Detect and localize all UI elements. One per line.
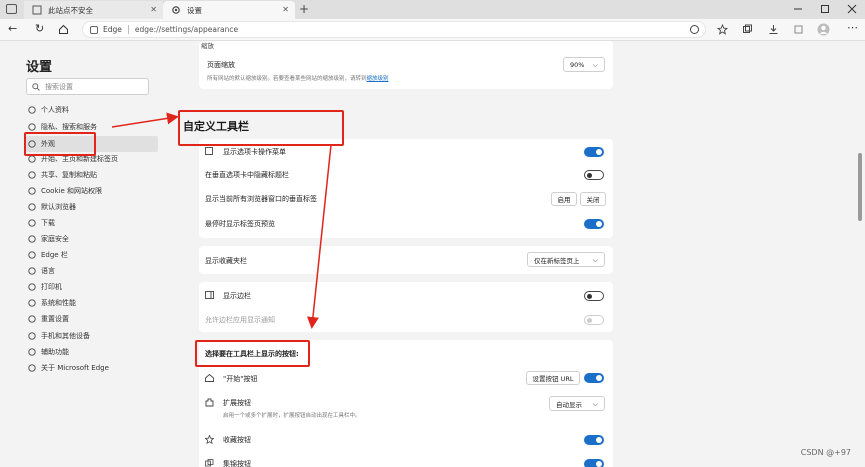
annotation-arrow-1 <box>111 112 179 128</box>
watermark: CSDN @+97 <box>800 448 851 457</box>
annotation-arrows <box>111 112 332 329</box>
scrollbar-thumb[interactable] <box>858 153 862 221</box>
annotation-arrow-2 <box>306 144 332 329</box>
